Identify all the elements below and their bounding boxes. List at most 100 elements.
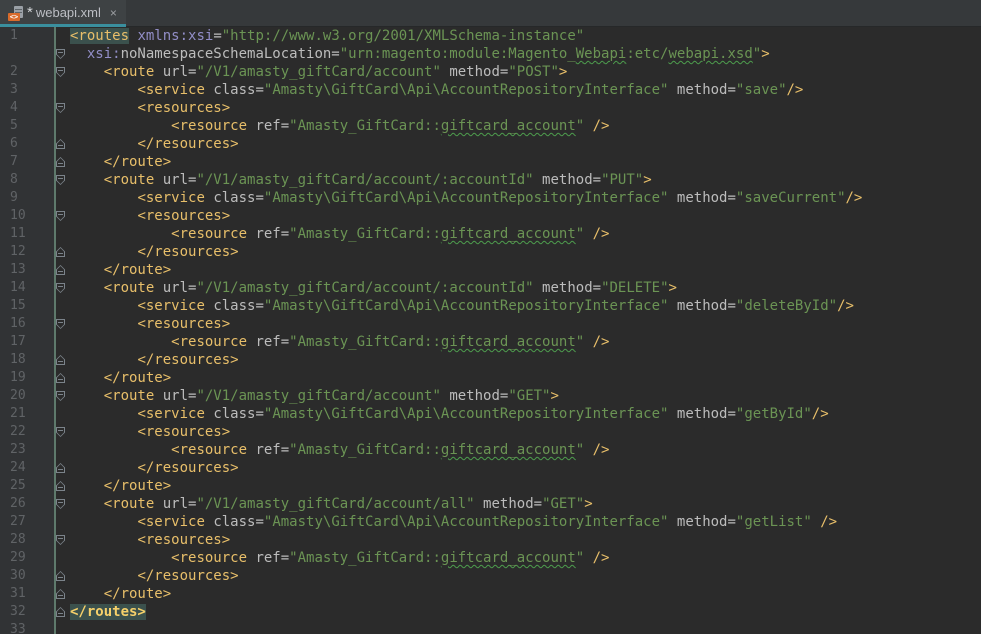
line-number: 14	[0, 279, 54, 297]
fold-column	[54, 261, 68, 279]
editor[interactable]: 1<routes xmlns:xsi="http://www.w3.org/20…	[0, 27, 981, 634]
fold-marker-up-icon[interactable]	[56, 355, 65, 365]
code-line[interactable]: 15 <service class="Amasty\GiftCard\Api\A…	[0, 297, 981, 315]
line-number: 28	[0, 531, 54, 549]
code-line[interactable]: 25 </route>	[0, 477, 981, 495]
fold-column	[54, 27, 68, 45]
code-text: <resource ref="Amasty_GiftCard::giftcard…	[68, 117, 609, 135]
code-text: <routes xmlns:xsi="http://www.w3.org/200…	[68, 27, 584, 45]
line-number: 23	[0, 441, 54, 459]
fold-column	[54, 495, 68, 513]
code-line[interactable]: 33	[0, 621, 981, 634]
fold-marker-down-icon[interactable]	[56, 175, 65, 185]
code-line[interactable]: 10 <resources>	[0, 207, 981, 225]
code-line[interactable]: 23 <resource ref="Amasty_GiftCard::giftc…	[0, 441, 981, 459]
editor-tab-bar: <> * webapi.xml ×	[0, 0, 981, 27]
fold-column	[54, 513, 68, 531]
fold-marker-up-icon[interactable]	[56, 571, 65, 581]
code-line[interactable]: 19 </route>	[0, 369, 981, 387]
code-line[interactable]: 5 <resource ref="Amasty_GiftCard::giftca…	[0, 117, 981, 135]
fold-marker-up-icon[interactable]	[56, 373, 65, 383]
fold-column	[54, 81, 68, 99]
fold-marker-up-icon[interactable]	[56, 589, 65, 599]
code-line[interactable]: 24 </resources>	[0, 459, 981, 477]
code-line[interactable]: 12 </resources>	[0, 243, 981, 261]
code-line[interactable]: xsi:noNamespaceSchemaLocation="urn:magen…	[0, 45, 981, 63]
code-line[interactable]: 30 </resources>	[0, 567, 981, 585]
code-line[interactable]: 13 </route>	[0, 261, 981, 279]
line-number: 26	[0, 495, 54, 513]
line-number: 3	[0, 81, 54, 99]
code-line[interactable]: 1<routes xmlns:xsi="http://www.w3.org/20…	[0, 27, 981, 45]
line-number	[0, 45, 54, 63]
fold-marker-down-icon[interactable]	[56, 49, 65, 59]
fold-marker-down-icon[interactable]	[56, 319, 65, 329]
code-line[interactable]: 3 <service class="Amasty\GiftCard\Api\Ac…	[0, 81, 981, 99]
code-text: <service class="Amasty\GiftCard\Api\Acco…	[68, 405, 829, 423]
code-text: <resource ref="Amasty_GiftCard::giftcard…	[68, 441, 609, 459]
fold-marker-down-icon[interactable]	[56, 427, 65, 437]
fold-marker-down-icon[interactable]	[56, 103, 65, 113]
line-number: 9	[0, 189, 54, 207]
modified-indicator: *	[27, 4, 33, 21]
fold-column	[54, 153, 68, 171]
fold-column	[54, 549, 68, 567]
fold-marker-down-icon[interactable]	[56, 211, 65, 221]
code-line[interactable]: 32</routes>	[0, 603, 981, 621]
fold-marker-up-icon[interactable]	[56, 463, 65, 473]
code-line[interactable]: 28 <resources>	[0, 531, 981, 549]
code-text: <resource ref="Amasty_GiftCard::giftcard…	[68, 225, 609, 243]
code-line[interactable]: 31 </route>	[0, 585, 981, 603]
fold-marker-up-icon[interactable]	[56, 481, 65, 491]
code-line[interactable]: 27 <service class="Amasty\GiftCard\Api\A…	[0, 513, 981, 531]
fold-marker-down-icon[interactable]	[56, 535, 65, 545]
line-number: 18	[0, 351, 54, 369]
code-line[interactable]: 22 <resources>	[0, 423, 981, 441]
fold-column	[54, 387, 68, 405]
code-text: </route>	[68, 153, 171, 171]
fold-marker-down-icon[interactable]	[56, 499, 65, 509]
fold-marker-up-icon[interactable]	[56, 607, 65, 617]
code-line[interactable]: 8 <route url="/V1/amasty_giftCard/accoun…	[0, 171, 981, 189]
code-line[interactable]: 11 <resource ref="Amasty_GiftCard::giftc…	[0, 225, 981, 243]
fold-marker-up-icon[interactable]	[56, 265, 65, 275]
fold-column	[54, 423, 68, 441]
code-line[interactable]: 7 </route>	[0, 153, 981, 171]
code-line[interactable]: 14 <route url="/V1/amasty_giftCard/accou…	[0, 279, 981, 297]
fold-column	[54, 117, 68, 135]
code-line[interactable]: 17 <resource ref="Amasty_GiftCard::giftc…	[0, 333, 981, 351]
code-line[interactable]: 20 <route url="/V1/amasty_giftCard/accou…	[0, 387, 981, 405]
code-text: <resource ref="Amasty_GiftCard::giftcard…	[68, 549, 609, 567]
code-line[interactable]: 2 <route url="/V1/amasty_giftCard/accoun…	[0, 63, 981, 81]
line-number: 20	[0, 387, 54, 405]
code-text: </routes>	[68, 603, 146, 621]
code-text: <service class="Amasty\GiftCard\Api\Acco…	[68, 297, 854, 315]
code-line[interactable]: 18 </resources>	[0, 351, 981, 369]
code-line[interactable]: 26 <route url="/V1/amasty_giftCard/accou…	[0, 495, 981, 513]
fold-marker-up-icon[interactable]	[56, 157, 65, 167]
code-line[interactable]: 16 <resources>	[0, 315, 981, 333]
line-number: 22	[0, 423, 54, 441]
fold-column	[54, 459, 68, 477]
line-number: 24	[0, 459, 54, 477]
close-icon[interactable]: ×	[110, 6, 117, 20]
line-number: 2	[0, 63, 54, 81]
fold-column	[54, 279, 68, 297]
fold-marker-down-icon[interactable]	[56, 391, 65, 401]
code-text: </resources>	[68, 351, 239, 369]
code-text: <service class="Amasty\GiftCard\Api\Acco…	[68, 189, 862, 207]
fold-column	[54, 225, 68, 243]
code-line[interactable]: 9 <service class="Amasty\GiftCard\Api\Ac…	[0, 189, 981, 207]
fold-marker-down-icon[interactable]	[56, 283, 65, 293]
code-line[interactable]: 6 </resources>	[0, 135, 981, 153]
code-line[interactable]: 21 <service class="Amasty\GiftCard\Api\A…	[0, 405, 981, 423]
line-number: 13	[0, 261, 54, 279]
fold-marker-down-icon[interactable]	[56, 67, 65, 77]
code-line[interactable]: 29 <resource ref="Amasty_GiftCard::giftc…	[0, 549, 981, 567]
fold-marker-up-icon[interactable]	[56, 247, 65, 257]
fold-marker-up-icon[interactable]	[56, 139, 65, 149]
code-line[interactable]: 4 <resources>	[0, 99, 981, 117]
code-text: <service class="Amasty\GiftCard\Api\Acco…	[68, 81, 803, 99]
code-text: <route url="/V1/amasty_giftCard/account/…	[68, 279, 677, 297]
tab-webapi-xml[interactable]: <> * webapi.xml ×	[0, 0, 126, 27]
